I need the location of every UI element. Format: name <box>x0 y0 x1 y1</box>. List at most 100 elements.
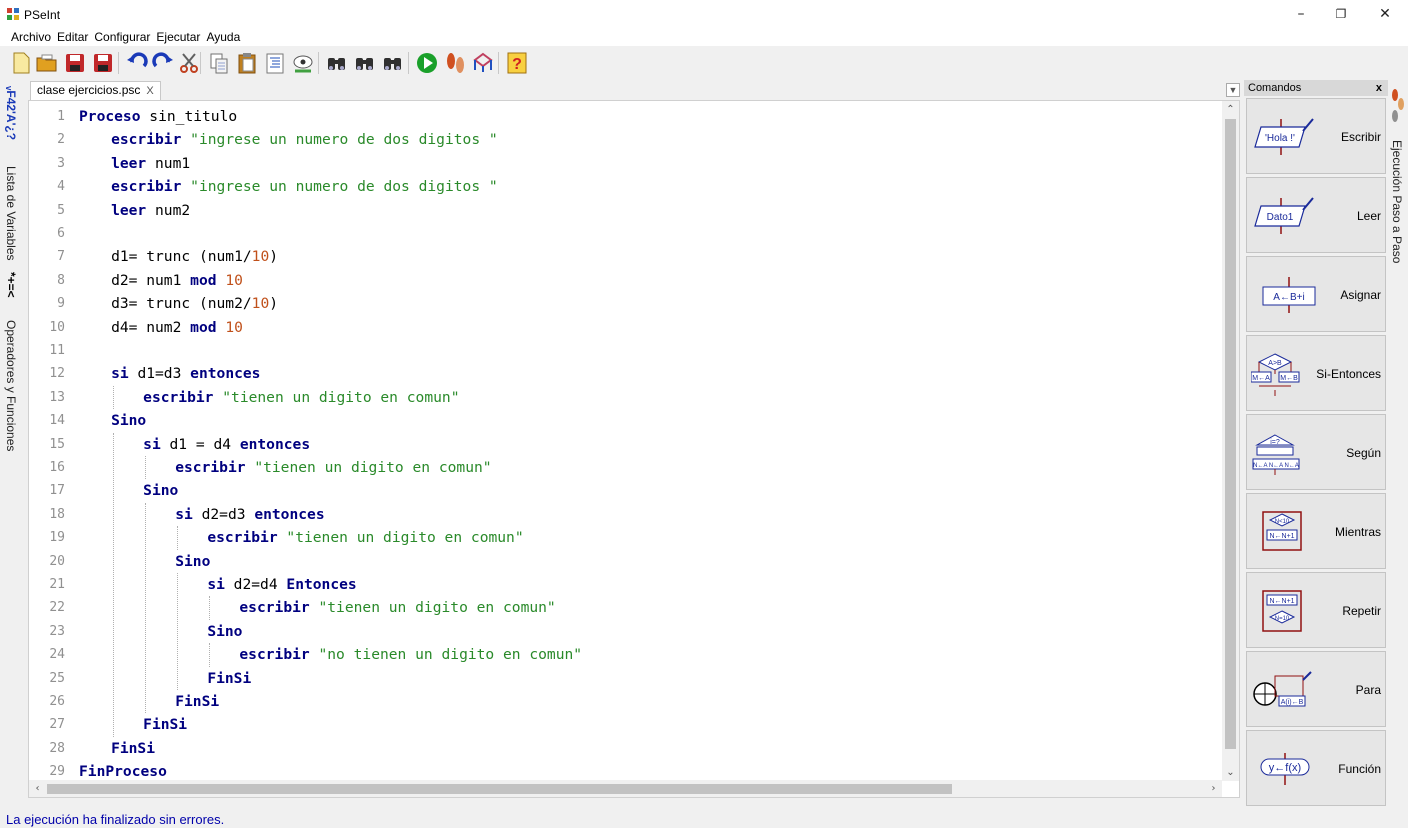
code-text: d1= trunc (num1/ <box>111 248 252 266</box>
indent-guide <box>209 643 211 667</box>
code-line[interactable]: FinSi <box>143 713 187 736</box>
code-line[interactable]: FinSi <box>111 737 155 760</box>
code-keyword: Sino <box>207 622 243 640</box>
footsteps-icon[interactable] <box>1390 86 1406 130</box>
code-line[interactable]: si d1=d3 entonces <box>111 362 260 385</box>
undo-button[interactable] <box>124 50 150 76</box>
commands-panel-close-icon[interactable]: x <box>1376 80 1382 96</box>
asignar-icon: A←B+i <box>1262 277 1316 313</box>
scroll-down-icon[interactable]: ⌄ <box>1222 764 1239 781</box>
command-leer-button[interactable]: Dato1 Leer <box>1246 177 1386 253</box>
code-line[interactable]: leer num1 <box>111 152 190 175</box>
code-line[interactable]: si d2=d4 Entonces <box>207 573 356 596</box>
replace-button[interactable] <box>380 50 406 76</box>
scroll-up-icon[interactable]: ⌃ <box>1222 101 1239 118</box>
run-button[interactable] <box>414 50 440 76</box>
tab-close-icon[interactable]: X <box>146 85 153 97</box>
step-by-step-button[interactable] <box>442 50 468 76</box>
toolbar-separator <box>498 52 499 74</box>
variables-list-tab[interactable]: Lista de Variables <box>4 166 18 261</box>
command-repetir-button[interactable]: N←N+1 N=10 Repetir <box>1246 572 1386 648</box>
code-number: 10 <box>251 295 270 313</box>
cut-button[interactable] <box>176 50 202 76</box>
code-line[interactable]: si d2=d3 entonces <box>175 503 324 526</box>
operators-functions-tab[interactable]: Operadores y Funciones <box>4 320 18 451</box>
maximize-button[interactable]: ❐ <box>1318 0 1364 28</box>
scroll-right-icon[interactable]: › <box>1205 780 1222 797</box>
segun-icon: i=? N←A N←A N←A <box>1252 434 1300 475</box>
status-message: La ejecución ha finalizado sin errores. <box>6 812 225 827</box>
redo-button[interactable] <box>150 50 176 76</box>
code-line[interactable]: escribir "tienen un digito en comun" <box>207 526 523 549</box>
menu-editar[interactable]: Editar <box>54 28 91 46</box>
code-line[interactable]: escribir "ingrese un numero de dos digit… <box>111 128 498 151</box>
find-button[interactable] <box>324 50 350 76</box>
comment-button[interactable] <box>290 50 316 76</box>
open-folder-button[interactable] <box>34 50 60 76</box>
flowchart-button[interactable] <box>470 50 496 76</box>
code-line[interactable]: escribir "tienen un digito en comun" <box>175 456 491 479</box>
code-line[interactable]: Sino <box>207 620 242 643</box>
code-keyword: Sino <box>143 482 179 500</box>
code-area[interactable]: Proceso sin_titulo escribir "ingrese un n… <box>69 101 1221 797</box>
code-line[interactable]: escribir "no tienen un digito en comun" <box>239 643 582 666</box>
save-as-button[interactable] <box>90 50 116 76</box>
svg-text:N←N+1: N←N+1 <box>1269 598 1294 605</box>
help-button[interactable]: ? <box>504 50 530 76</box>
step-by-step-tab[interactable]: Ejecución Paso a Paso <box>1390 140 1404 263</box>
tab-list-dropdown-icon[interactable]: ▼ <box>1226 83 1240 97</box>
menu-configurar[interactable]: Configurar <box>91 28 153 46</box>
vertical-scrollbar[interactable]: ⌃ ⌄ <box>1222 101 1239 781</box>
new-file-button[interactable] <box>8 50 34 76</box>
horizontal-scroll-thumb[interactable] <box>47 784 952 794</box>
command-label: Leer <box>1356 209 1381 223</box>
code-keyword: Sino <box>111 412 147 430</box>
command-escribir-button[interactable]: 'Hola !' Escribir <box>1246 98 1386 174</box>
find-next-button[interactable] <box>352 50 378 76</box>
menu-ejecutar[interactable]: Ejecutar <box>153 28 203 46</box>
code-line[interactable]: Proceso sin_titulo <box>79 105 237 128</box>
code-line[interactable]: escribir "tienen un digito en comun" <box>239 596 555 619</box>
horizontal-scrollbar[interactable]: ‹ › <box>29 780 1222 797</box>
save-button[interactable] <box>62 50 88 76</box>
command-mientras-button[interactable]: N<10 N←N+1 Mientras <box>1246 493 1386 569</box>
code-line[interactable]: escribir "ingrese un numero de dos digit… <box>111 175 498 198</box>
variables-tab-icon[interactable]: ᵥF42'A'¿? <box>4 86 18 140</box>
paste-button[interactable] <box>234 50 260 76</box>
code-line[interactable]: Sino <box>111 409 146 432</box>
code-line[interactable]: leer num2 <box>111 199 190 222</box>
vertical-scroll-thumb[interactable] <box>1225 119 1236 749</box>
indent-guide <box>177 573 179 690</box>
code-line[interactable]: FinSi <box>175 690 219 713</box>
line-number: 23 <box>49 623 65 639</box>
menu-ayuda[interactable]: Ayuda <box>203 28 243 46</box>
code-editor[interactable]: 1 2 3 4 5 6 7 8 9 10 11 12 13 14 15 16 17 18 19 20 21 22 23 24 2… <box>28 100 1240 798</box>
code-line[interactable]: FinSi <box>207 667 251 690</box>
copy-button[interactable] <box>206 50 232 76</box>
command-funcion-button[interactable]: y←f(x) Función <box>1246 730 1386 806</box>
code-line[interactable]: d2= num1 mod 10 <box>111 269 243 292</box>
code-line[interactable]: Sino <box>143 479 178 502</box>
indent-button[interactable] <box>262 50 288 76</box>
right-side-panel-tabs: Ejecución Paso a Paso <box>1388 80 1408 812</box>
command-si-entonces-button[interactable]: A>B M←A M←B Si-Entonces <box>1246 335 1386 411</box>
file-tab[interactable]: clase ejercicios.psc X <box>30 81 161 100</box>
operators-tab-icon[interactable]: *+=< <box>4 272 18 298</box>
command-asignar-button[interactable]: A←B+i Asignar <box>1246 256 1386 332</box>
code-keyword: escribir <box>143 388 214 406</box>
mientras-icon: N<10 N←N+1 <box>1262 511 1302 551</box>
command-segun-button[interactable]: i=? N←A N←A N←A Según <box>1246 414 1386 490</box>
leer-icon: Dato1 <box>1254 197 1314 234</box>
code-line[interactable]: si d1 = d4 entonces <box>143 433 310 456</box>
menu-archivo[interactable]: Archivo <box>8 28 54 46</box>
code-line[interactable]: d3= trunc (num2/10) <box>111 292 278 315</box>
command-para-button[interactable]: A(i)←B Para <box>1246 651 1386 727</box>
code-line[interactable]: d1= trunc (num1/10) <box>111 245 278 268</box>
scroll-left-icon[interactable]: ‹ <box>29 780 46 797</box>
line-number-gutter: 1 2 3 4 5 6 7 8 9 10 11 12 13 14 15 16 17 18 19 20 21 22 23 24 2… <box>29 101 69 797</box>
code-line[interactable]: escribir "tienen un digito en comun" <box>143 386 459 409</box>
close-button[interactable]: ✕ <box>1362 0 1408 28</box>
code-line[interactable]: d4= num2 mod 10 <box>111 316 243 339</box>
code-line[interactable]: Sino <box>175 550 210 573</box>
